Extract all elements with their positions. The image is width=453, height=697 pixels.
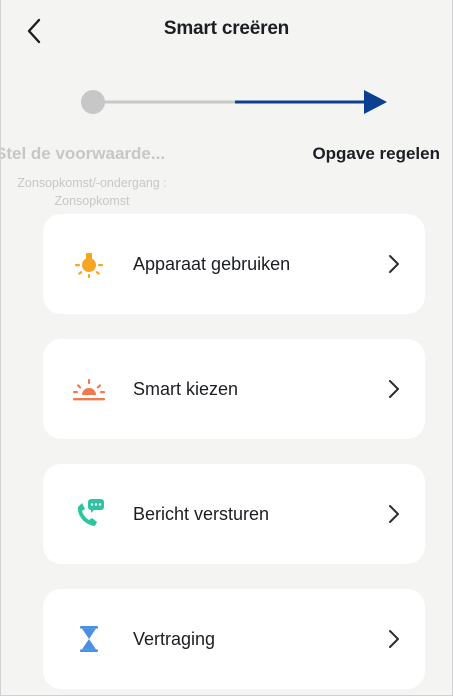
option-delay[interactable]: Vertraging [43,589,425,689]
step-condition-detail-line2: Zonsopkomst [54,194,130,208]
option-label: Vertraging [133,629,216,649]
option-use-device[interactable]: Apparaat gebruiken [43,214,425,314]
option-label: Bericht versturen [133,504,270,524]
phone-message-icon [77,499,104,526]
option-label: Smart kiezen [133,379,239,399]
step-task-label: Opgave regelen [312,144,440,163]
step-dot-inactive [81,90,105,114]
hourglass-icon [80,626,98,652]
screen: Smart creëren Stel de voorwaarde... Zons… [0,0,453,696]
chevron-right-icon [389,505,399,523]
sunrise-icon [73,379,105,401]
chevron-right-icon [389,255,399,273]
option-choose-smart[interactable]: Smart kiezen [43,339,425,439]
lightbulb-icon [75,253,103,278]
arrow-right-icon [364,90,387,114]
step-condition-label: Stel de voorwaarde... [0,144,166,163]
chevron-right-icon [389,380,399,398]
option-label: Apparaat gebruiken [133,254,291,274]
chevron-right-icon [389,630,399,648]
page-title: Smart creëren [163,18,290,39]
progress-stepper [1,80,452,130]
step-condition-detail-line1: Zonsopkomst/-ondergang : [17,176,167,190]
step-condition-detail: Zonsopkomst/-ondergang : Zonsopkomst [1,174,183,210]
header: Smart creëren [1,0,452,60]
option-send-message[interactable]: Bericht versturen [43,464,425,564]
